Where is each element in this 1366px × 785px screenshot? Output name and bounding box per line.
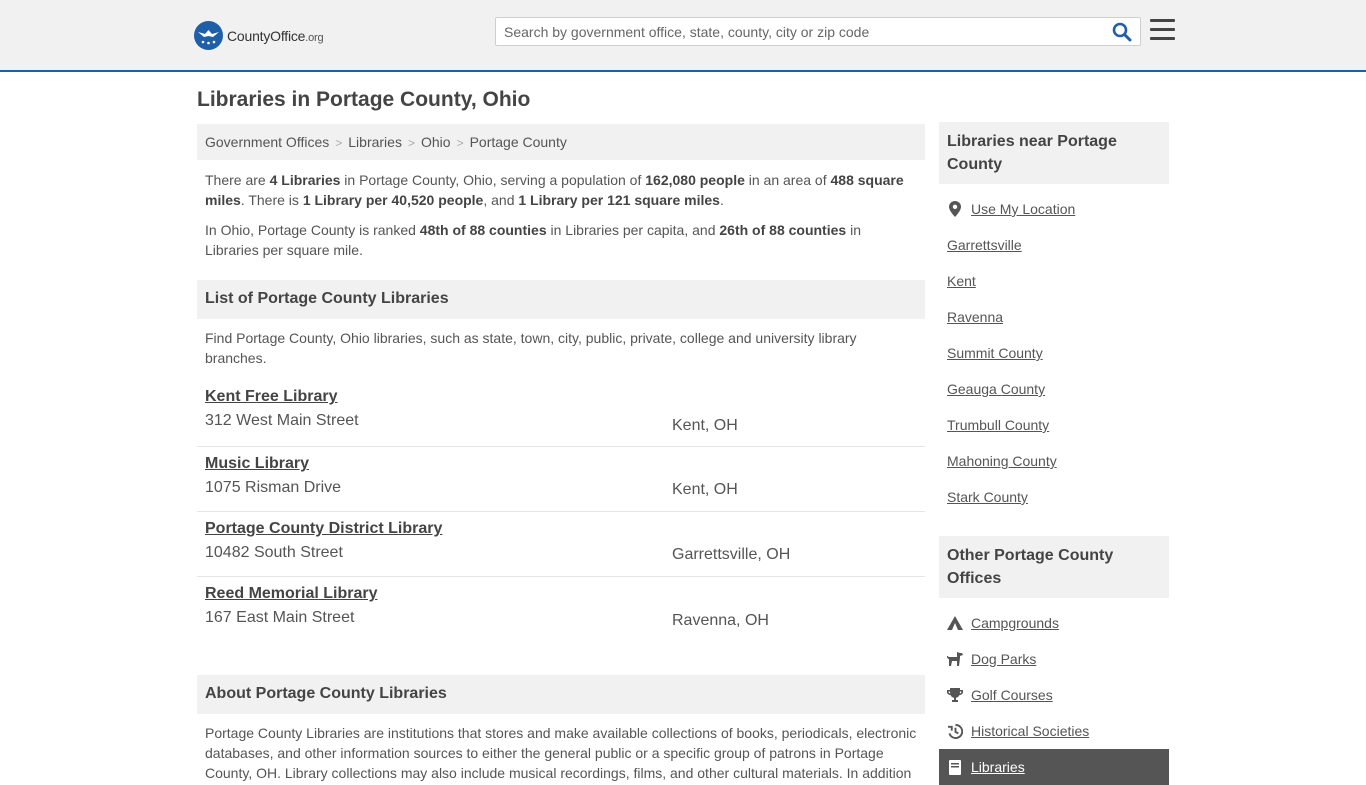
breadcrumb-link[interactable]: Ohio (421, 134, 451, 150)
library-address: 167 East Main Street (205, 609, 355, 626)
about-section-text: Portage County Libraries are institution… (205, 725, 917, 781)
breadcrumb-separator-icon: > (407, 136, 415, 150)
library-city: Garrettsville, OH (672, 546, 791, 563)
breadcrumb-link[interactable]: Portage County (470, 134, 567, 150)
sidebar-other-item[interactable]: Dog Parks (939, 650, 1169, 686)
breadcrumb: Government Offices > Libraries > Ohio > Portag… (197, 124, 925, 160)
sidebar-nearby-item[interactable]: Trumbull County (939, 416, 1169, 452)
sidebar-nearby-list: Use My Location Garrettsville Kent Ravenna… (939, 200, 1169, 524)
search-box (495, 17, 1141, 46)
sidebar-nearby-link[interactable]: Garrettsville (947, 236, 1022, 254)
summary-text: in Libraries per capita, and (546, 222, 720, 238)
library-name-link[interactable]: Music Library (205, 454, 917, 474)
book-icon (947, 759, 963, 775)
search-input[interactable] (496, 18, 1106, 45)
summary-highlight: 48th of 88 counties (419, 222, 547, 238)
sidebar-nearby-link[interactable]: Mahoning County (947, 452, 1057, 470)
logo-text: CountyOffice.org (227, 27, 324, 44)
sidebar-nearby-link[interactable]: Geauga County (947, 380, 1045, 398)
ranking-paragraph: In Ohio, Portage County is ranked 48th o… (197, 220, 925, 260)
page-title: Libraries in Portage County, Ohio (197, 88, 531, 111)
summary-highlight: 26th of 88 counties (719, 222, 847, 238)
sidebar-other-list: Campgrounds Dog Parks Golf Courses Historic… (939, 614, 1169, 785)
summary-text: . There is (240, 192, 303, 208)
library-city: Kent, OH (672, 417, 738, 434)
sidebar-nearby-item[interactable]: Ravenna (939, 308, 1169, 344)
sidebar-other-item[interactable]: Campgrounds (939, 614, 1169, 650)
library-address: 312 West Main Street (205, 412, 359, 429)
sidebar-nearby-link[interactable]: Ravenna (947, 308, 1003, 326)
sidebar-nearby-heading: Libraries near Portage County (939, 122, 1169, 184)
about-section-heading: About Portage County Libraries (197, 675, 925, 714)
summary-text: , and (483, 192, 519, 208)
use-my-location-link[interactable]: Use My Location (971, 200, 1075, 218)
summary-text: in Portage County, Ohio, serving a popul… (340, 172, 646, 188)
sidebar-nearby: Libraries near Portage County Use My Loc… (939, 122, 1169, 524)
library-name-link[interactable]: Portage County District Library (205, 519, 917, 539)
hamburger-menu-icon[interactable] (1150, 19, 1175, 41)
list-section-description: Find Portage County, Ohio libraries, suc… (205, 330, 857, 366)
library-list-item: Music Library 1075 Risman Drive Kent, OH (197, 447, 925, 512)
sidebar-other-link[interactable]: Campgrounds (971, 614, 1059, 632)
sidebar-other-item[interactable]: Libraries (939, 749, 1169, 785)
library-list-item: Portage County District Library 10482 Sou… (197, 512, 925, 577)
sidebar-other-offices: Other Portage County Offices Campgrounds… (939, 536, 1169, 785)
sidebar-nearby-item[interactable]: Summit County (939, 344, 1169, 380)
trophy-icon (947, 687, 963, 703)
sidebar-nearby-item[interactable]: Geauga County (939, 380, 1169, 416)
logo-eagle-icon (194, 21, 223, 50)
breadcrumb-separator-icon: > (335, 136, 343, 150)
library-list: Kent Free Library 312 West Main Street Ken… (197, 387, 925, 642)
library-city: Kent, OH (672, 481, 738, 498)
sidebar-other-heading: Other Portage County Offices (939, 536, 1169, 598)
library-list-item: Reed Memorial Library 167 East Main Stree… (197, 577, 925, 642)
summary-highlight: 162,080 people (645, 172, 745, 188)
breadcrumb-link[interactable]: Government Offices (205, 134, 329, 150)
summary-highlight: 4 Libraries (269, 172, 341, 188)
dog-icon (947, 651, 963, 667)
main-content: Government Offices > Libraries > Ohio > Portag… (197, 124, 925, 783)
sidebar-nearby-link[interactable]: Stark County (947, 488, 1028, 506)
use-my-location-item[interactable]: Use My Location (939, 200, 1169, 236)
sidebar-nearby-link[interactable]: Kent (947, 272, 976, 290)
list-section-heading: List of Portage County Libraries (197, 280, 925, 319)
sidebar-nearby-item[interactable]: Kent (939, 272, 1169, 308)
summary-text: . (719, 192, 724, 208)
library-list-item: Kent Free Library 312 West Main Street Ken… (197, 387, 925, 447)
library-address: 10482 South Street (205, 544, 343, 561)
summary-highlight: 1 Library per 121 square miles (518, 192, 720, 208)
top-header: CountyOffice.org (0, 0, 1366, 72)
library-name-link[interactable]: Reed Memorial Library (205, 584, 917, 604)
library-address: 1075 Risman Drive (205, 479, 342, 496)
history-icon (947, 723, 963, 739)
campground-icon (947, 615, 963, 631)
sidebar-nearby-link[interactable]: Trumbull County (947, 416, 1049, 434)
sidebar-nearby-item[interactable]: Stark County (939, 488, 1169, 524)
library-city: Ravenna, OH (672, 612, 769, 629)
sidebar-nearby-item[interactable]: Mahoning County (939, 452, 1169, 488)
sidebar-other-item[interactable]: Golf Courses (939, 686, 1169, 722)
sidebar-other-link[interactable]: Libraries (971, 758, 1025, 776)
sidebar-nearby-link[interactable]: Summit County (947, 344, 1043, 362)
map-marker-icon (947, 201, 963, 217)
summary-paragraph: There are 4 Libraries in Portage County,… (197, 170, 925, 210)
breadcrumb-separator-icon: > (456, 136, 464, 150)
sidebar-other-link[interactable]: Golf Courses (971, 686, 1053, 704)
sidebar-other-link[interactable]: Dog Parks (971, 650, 1036, 668)
library-name-link[interactable]: Kent Free Library (205, 387, 917, 407)
sidebar-other-link[interactable]: Historical Societies (971, 722, 1089, 740)
summary-text: There are (205, 172, 270, 188)
summary-text: In Ohio, Portage County is ranked (205, 222, 420, 238)
search-icon[interactable] (1112, 22, 1134, 42)
breadcrumb-link[interactable]: Libraries (348, 134, 402, 150)
logo-link[interactable]: CountyOffice.org (194, 21, 324, 50)
summary-highlight: 1 Library per 40,520 people (302, 192, 484, 208)
summary-text: in an area of (744, 172, 831, 188)
sidebar-nearby-item[interactable]: Garrettsville (939, 236, 1169, 272)
